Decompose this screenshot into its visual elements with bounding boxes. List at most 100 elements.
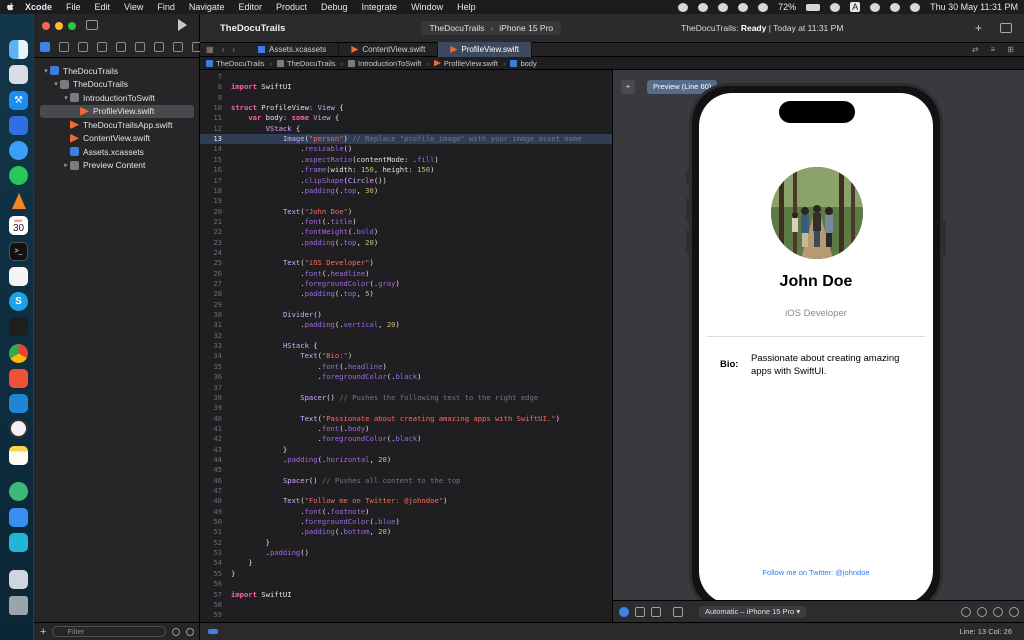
disclosure-chevron-icon[interactable]: ▾ bbox=[62, 94, 70, 102]
line-number[interactable]: 25 bbox=[200, 258, 222, 268]
code-line[interactable]: 41 .font(.body) bbox=[200, 424, 612, 434]
grammarly-icon[interactable] bbox=[678, 2, 689, 12]
jump-item[interactable]: body bbox=[520, 59, 536, 68]
close-window-button[interactable] bbox=[42, 22, 50, 30]
code-line[interactable]: 23 .padding(.top, 20) bbox=[200, 238, 612, 248]
swift-playgrounds-icon[interactable] bbox=[9, 369, 28, 388]
code-line[interactable]: 10 struct ProfileView: View { bbox=[200, 103, 612, 113]
zoom-window-button[interactable] bbox=[68, 22, 76, 30]
sidebar-toggle-icon[interactable] bbox=[86, 20, 98, 30]
code-line[interactable]: 42 .foregroundColor(.black) bbox=[200, 434, 612, 444]
line-number[interactable]: 20 bbox=[200, 207, 222, 217]
siri-icon[interactable] bbox=[910, 2, 921, 12]
code-line[interactable]: 13 Image("person") // Replace "profile_i… bbox=[200, 134, 612, 145]
symbol-icon[interactable] bbox=[78, 42, 88, 52]
live-preview-icon[interactable] bbox=[619, 606, 629, 617]
tree-item[interactable]: ProfileView.swift bbox=[40, 104, 194, 118]
figma-icon[interactable] bbox=[9, 317, 28, 336]
menu-integrate[interactable]: Integrate bbox=[362, 2, 398, 12]
line-number[interactable]: 32 bbox=[200, 331, 222, 341]
line-number[interactable]: 22 bbox=[200, 227, 222, 237]
recent-files-icon[interactable] bbox=[172, 627, 180, 636]
jump-item[interactable]: TheDocuTrails bbox=[287, 59, 336, 68]
add-editor-icon[interactable]: ⊞ bbox=[1007, 45, 1014, 54]
source-control-icon[interactable] bbox=[59, 42, 69, 52]
line-number[interactable]: 28 bbox=[200, 289, 222, 299]
code-line[interactable]: 36 .foregroundColor(.black) bbox=[200, 372, 612, 382]
grid-icon[interactable]: ▦ bbox=[206, 45, 214, 54]
dropbox-icon[interactable] bbox=[718, 2, 729, 12]
line-number[interactable]: 56 bbox=[200, 579, 222, 589]
warning-icon[interactable] bbox=[116, 42, 126, 52]
menu-product[interactable]: Product bbox=[276, 2, 307, 12]
line-number[interactable]: 44 bbox=[200, 455, 222, 465]
zoom-in-icon[interactable] bbox=[993, 606, 1003, 617]
screenshot-icon[interactable] bbox=[9, 570, 28, 589]
menu-editor[interactable]: Editor bbox=[238, 2, 262, 12]
code-line[interactable]: 49 .font(.footnote) bbox=[200, 507, 612, 517]
line-number[interactable]: 7 bbox=[200, 72, 222, 82]
selectable-icon[interactable] bbox=[635, 606, 645, 617]
tree-item[interactable]: ▾ IntroductionToSwift bbox=[34, 91, 200, 105]
line-number[interactable]: 27 bbox=[200, 279, 222, 289]
scheme-device[interactable]: iPhone 15 Pro bbox=[499, 23, 553, 33]
line-number[interactable]: 10 bbox=[200, 103, 222, 113]
source-control-filter-icon[interactable] bbox=[186, 627, 194, 636]
jump-item[interactable]: IntroductionToSwift bbox=[358, 59, 421, 68]
tree-item[interactable]: TheDocuTrailsApp.swift bbox=[34, 118, 200, 132]
disclosure-chevron-icon[interactable]: ▾ bbox=[42, 67, 50, 75]
code-line[interactable]: 31 .padding(.vertical, 20) bbox=[200, 320, 612, 330]
apple-menu-icon[interactable] bbox=[6, 2, 15, 12]
line-number[interactable]: 40 bbox=[200, 414, 222, 424]
line-number[interactable]: 11 bbox=[200, 113, 222, 123]
tab-profileview[interactable]: ProfileView.swift bbox=[438, 42, 533, 57]
code-line[interactable]: 20 Text("John Doe") bbox=[200, 207, 612, 217]
scheme-target[interactable]: TheDocuTrails bbox=[429, 23, 484, 33]
line-number[interactable]: 41 bbox=[200, 424, 222, 434]
code-line[interactable]: 34 Text("Bio:") bbox=[200, 351, 612, 361]
code-line[interactable]: 53 .padding() bbox=[200, 548, 612, 558]
pin-icon[interactable]: ⌖ bbox=[621, 80, 635, 94]
line-number[interactable]: 46 bbox=[200, 476, 222, 486]
back-icon[interactable]: ‹ bbox=[222, 45, 225, 54]
line-number[interactable]: 17 bbox=[200, 176, 222, 186]
code-line[interactable]: 17 .clipShape(Circle()) bbox=[200, 176, 612, 186]
line-number[interactable]: 33 bbox=[200, 341, 222, 351]
code-line[interactable]: 57 import SwiftUI bbox=[200, 590, 612, 600]
line-number[interactable]: 14 bbox=[200, 144, 222, 154]
zoom-fit-icon[interactable] bbox=[1009, 606, 1019, 617]
simulator-icon[interactable] bbox=[9, 116, 28, 135]
test-icon[interactable] bbox=[135, 42, 145, 52]
tree-item[interactable]: ▾ TheDocuTrails bbox=[34, 64, 200, 78]
trash-icon[interactable] bbox=[9, 596, 28, 615]
code-line[interactable]: 24 bbox=[200, 248, 612, 258]
line-number[interactable]: 19 bbox=[200, 196, 222, 206]
disclosure-chevron-icon[interactable]: ▾ bbox=[52, 80, 60, 88]
notes-icon[interactable] bbox=[9, 446, 28, 465]
code-line[interactable]: 25 Text("iOS Developer") bbox=[200, 258, 612, 268]
line-number[interactable]: 15 bbox=[200, 155, 222, 165]
code-line[interactable]: 32 bbox=[200, 331, 612, 341]
source-editor[interactable]: 7 8 import SwiftUI 9 10 struct ProfileView: V… bbox=[200, 70, 612, 622]
line-number[interactable]: 16 bbox=[200, 165, 222, 175]
run-button[interactable] bbox=[178, 19, 187, 31]
menu-window[interactable]: Window bbox=[411, 2, 443, 12]
line-number[interactable]: 57 bbox=[200, 590, 222, 600]
add-icon[interactable]: + bbox=[40, 626, 46, 638]
line-number[interactable]: 35 bbox=[200, 362, 222, 372]
line-number[interactable]: 49 bbox=[200, 507, 222, 517]
line-number[interactable]: 42 bbox=[200, 434, 222, 444]
line-number[interactable]: 36 bbox=[200, 372, 222, 382]
debug-area-toggle-icon[interactable] bbox=[208, 629, 218, 634]
code-line[interactable]: 15 .aspectRatio(contentMode: .fill) bbox=[200, 155, 612, 165]
search-icon[interactable] bbox=[97, 42, 107, 52]
inspector-toggle-icon[interactable] bbox=[1000, 23, 1012, 33]
chrome-icon[interactable] bbox=[9, 344, 28, 363]
mail-icon[interactable] bbox=[9, 508, 28, 527]
jump-item[interactable]: ProfileView.swift bbox=[444, 59, 498, 68]
code-line[interactable]: 14 .resizable() bbox=[200, 144, 612, 154]
vscode-icon[interactable] bbox=[9, 394, 28, 413]
line-number[interactable]: 29 bbox=[200, 300, 222, 310]
line-number[interactable]: 48 bbox=[200, 496, 222, 506]
code-line[interactable]: 19 bbox=[200, 196, 612, 206]
